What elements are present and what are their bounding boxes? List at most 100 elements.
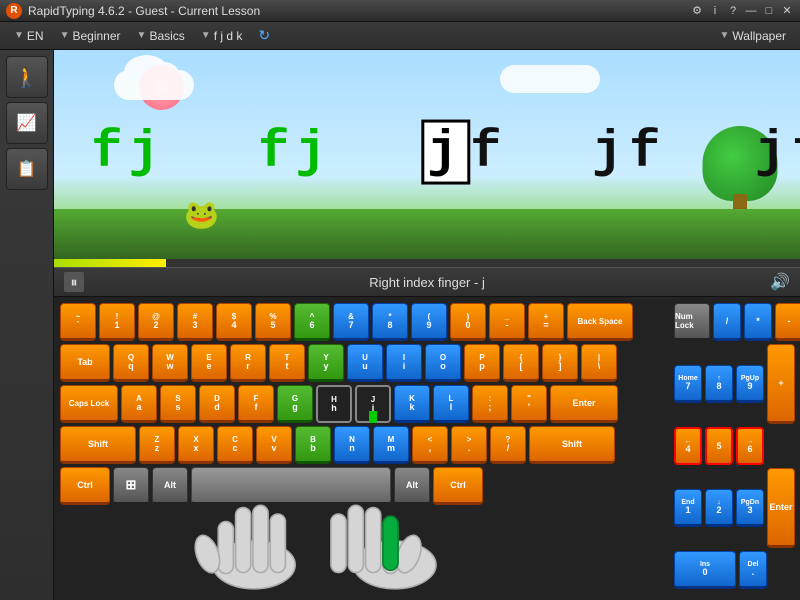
key-shift-left[interactable]: Shift — [60, 426, 136, 464]
key-num-9[interactable]: PgUp9 — [736, 365, 764, 403]
progress-bar — [54, 259, 166, 267]
lesson-arrow: ▼ — [137, 30, 147, 41]
title-bar-text: RapidTyping 4.6.2 - Guest - Current Less… — [28, 4, 690, 18]
key-7[interactable]: &7 — [333, 303, 369, 341]
key-num-2[interactable]: ↓2 — [705, 489, 733, 527]
key-num-slash[interactable]: / — [713, 303, 741, 341]
key-x[interactable]: Xx — [178, 426, 214, 464]
key-period[interactable]: >. — [451, 426, 487, 464]
key-win-left[interactable]: ⊞ — [113, 467, 149, 505]
key-v[interactable]: Vv — [256, 426, 292, 464]
key-5[interactable]: %5 — [255, 303, 291, 341]
key-a[interactable]: Aa — [121, 385, 157, 423]
key-tab[interactable]: Tab — [60, 344, 110, 382]
key-minus[interactable]: _- — [489, 303, 525, 341]
key-space[interactable] — [191, 467, 391, 505]
key-quote[interactable]: "' — [511, 385, 547, 423]
key-z[interactable]: Zz — [139, 426, 175, 464]
key-8[interactable]: *8 — [372, 303, 408, 341]
key-j[interactable]: J j — [355, 385, 391, 423]
key-num-dot[interactable]: Del. — [739, 551, 767, 589]
key-4[interactable]: $4 — [216, 303, 252, 341]
key-0[interactable]: )0 — [450, 303, 486, 341]
key-backtick[interactable]: ~` — [60, 303, 96, 341]
key-rbracket[interactable]: }] — [542, 344, 578, 382]
sidebar-item-stats[interactable]: 📈 — [6, 102, 48, 144]
key-3[interactable]: #3 — [177, 303, 213, 341]
keyboard-area: ~` !1 @2 #3 $4 %5 ^6 &7 *8 (9 )0 _- += B… — [54, 297, 800, 600]
key-w[interactable]: Ww — [152, 344, 188, 382]
key-m[interactable]: Mm — [373, 426, 409, 464]
key-u[interactable]: Uu — [347, 344, 383, 382]
key-num-star[interactable]: * — [744, 303, 772, 341]
language-menu[interactable]: ▼ EN — [8, 27, 50, 45]
key-ctrl-left[interactable]: Ctrl — [60, 467, 110, 505]
cloud-decoration — [114, 70, 194, 100]
key-b[interactable]: Bb — [295, 426, 331, 464]
key-alt-right[interactable]: Alt — [394, 467, 430, 505]
key-ctrl-right[interactable]: Ctrl — [433, 467, 483, 505]
maximize-button[interactable]: □ — [762, 4, 776, 18]
key-l[interactable]: Ll — [433, 385, 469, 423]
minimize-button[interactable]: — — [744, 4, 758, 18]
level-menu[interactable]: ▼ Beginner — [54, 27, 127, 45]
key-d[interactable]: Dd — [199, 385, 235, 423]
key-backspace[interactable]: Back Space — [567, 303, 633, 341]
key-num-enter[interactable]: Enter — [767, 468, 795, 548]
key-num-0[interactable]: Ins0 — [674, 551, 736, 589]
sidebar-item-exercises[interactable]: 📋 — [6, 148, 48, 190]
volume-icon[interactable]: 🔊 — [770, 272, 790, 292]
key-p[interactable]: Pp — [464, 344, 500, 382]
key-t[interactable]: Tt — [269, 344, 305, 382]
key-num-minus[interactable]: - — [775, 303, 800, 341]
key-1[interactable]: !1 — [99, 303, 135, 341]
key-numlock[interactable]: Num Lock — [674, 303, 710, 341]
key-9[interactable]: (9 — [411, 303, 447, 341]
ground-area — [54, 209, 800, 259]
key-semicolon[interactable]: :; — [472, 385, 508, 423]
key-lbracket[interactable]: {[ — [503, 344, 539, 382]
key-h[interactable]: Hh — [316, 385, 352, 423]
key-num-1[interactable]: End1 — [674, 489, 702, 527]
refresh-button[interactable]: ↻ — [252, 25, 276, 46]
keys-menu[interactable]: ▼ f j d k — [195, 27, 249, 45]
info-icon[interactable]: i — [708, 4, 722, 18]
key-shift-right[interactable]: Shift — [529, 426, 615, 464]
key-f[interactable]: Ff — [238, 385, 274, 423]
key-num-7[interactable]: Home7 — [674, 365, 702, 403]
key-num-4[interactable]: ←4 — [674, 427, 702, 465]
key-q[interactable]: Qq — [113, 344, 149, 382]
key-backslash[interactable]: |\ — [581, 344, 617, 382]
key-capslock[interactable]: Caps Lock — [60, 385, 118, 423]
pause-button[interactable]: ⏸ — [64, 272, 84, 292]
key-equals[interactable]: += — [528, 303, 564, 341]
wallpaper-menu[interactable]: ▼ Wallpaper — [714, 27, 792, 45]
key-k[interactable]: Kk — [394, 385, 430, 423]
key-num-8[interactable]: ↑8 — [705, 365, 733, 403]
key-o[interactable]: Oo — [425, 344, 461, 382]
key-num-plus[interactable]: + — [767, 344, 795, 424]
key-n[interactable]: Nn — [334, 426, 370, 464]
settings-icon[interactable]: ⚙ — [690, 4, 704, 18]
key-s[interactable]: Ss — [160, 385, 196, 423]
key-alt-left[interactable]: Alt — [152, 467, 188, 505]
key-6[interactable]: ^6 — [294, 303, 330, 341]
key-c[interactable]: Cc — [217, 426, 253, 464]
key-y[interactable]: Yy — [308, 344, 344, 382]
key-2[interactable]: @2 — [138, 303, 174, 341]
key-slash[interactable]: ?/ — [490, 426, 526, 464]
key-num-5[interactable]: 5 — [705, 427, 733, 465]
close-button[interactable]: ✕ — [780, 4, 794, 18]
lesson-menu[interactable]: ▼ Basics — [131, 27, 191, 45]
sidebar-item-lesson[interactable]: 🚶 — [6, 56, 48, 98]
key-g[interactable]: Gg — [277, 385, 313, 423]
key-comma[interactable]: <, — [412, 426, 448, 464]
key-e[interactable]: Ee — [191, 344, 227, 382]
key-i[interactable]: Ii — [386, 344, 422, 382]
key-num-3[interactable]: PgDn3 — [736, 489, 764, 527]
key-r[interactable]: Rr — [230, 344, 266, 382]
help-icon[interactable]: ? — [726, 4, 740, 18]
main-layout: 🚶 📈 📋 🐸 — [0, 50, 800, 600]
key-num-6[interactable]: →6 — [736, 427, 764, 465]
key-enter[interactable]: Enter — [550, 385, 618, 423]
